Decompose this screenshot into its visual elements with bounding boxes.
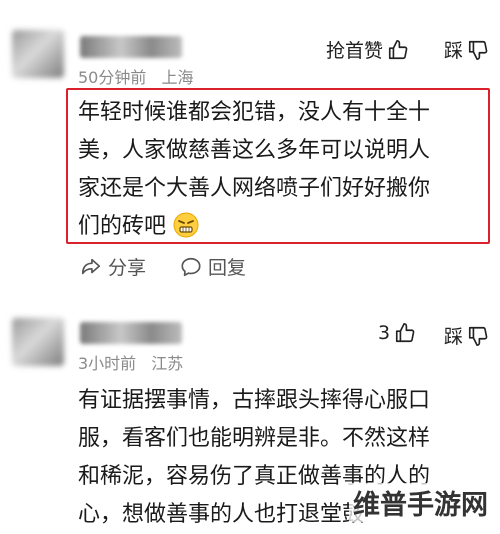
grimace-emoji-icon xyxy=(173,212,199,238)
like-count: 3 xyxy=(378,322,391,344)
like-button[interactable]: 3 xyxy=(378,322,416,344)
reply-label: 回复 xyxy=(208,257,247,279)
comment-meta: 3小时前 江苏 xyxy=(78,350,183,374)
comment-line: 们的砖吧 xyxy=(78,214,167,239)
comment-line: 年轻时候谁都会犯错，没人有十全十 xyxy=(78,100,431,125)
thumbs-down-icon xyxy=(468,326,488,346)
comment-time: 3小时前 xyxy=(78,354,137,373)
comment-line: 美，人家做慈善这么多年可以说明人 xyxy=(78,138,431,163)
comment-time: 50分钟前 xyxy=(78,68,147,87)
dislike-button[interactable]: 踩 xyxy=(444,322,489,349)
comment-text: 年轻时候谁都会犯错，没人有十全十 美，人家做慈善这么多年可以说明人 家还是个大善… xyxy=(78,94,482,246)
comment-line: 有证据摆事情，古摔跟头摔得心服口 xyxy=(78,388,431,413)
share-label: 分享 xyxy=(108,257,147,279)
avatar[interactable] xyxy=(12,30,64,78)
watermark: 维普手游网 xyxy=(349,483,492,522)
username[interactable] xyxy=(80,36,182,58)
share-icon xyxy=(81,258,101,274)
avatar[interactable] xyxy=(12,318,64,366)
thumbs-up-icon xyxy=(396,323,415,343)
comment-line: 家还是个大善人网络喷子们好好搬你 xyxy=(78,176,431,201)
comment-line: 服，看客们也能明辨是非。不然这样 xyxy=(78,426,431,451)
like-button[interactable]: 抢首赞 xyxy=(326,36,409,63)
dislike-label: 踩 xyxy=(444,40,464,62)
comment-line-last: 们的砖吧 xyxy=(78,208,482,246)
comment-meta: 50分钟前 上海 xyxy=(78,64,193,88)
thumbs-up-icon xyxy=(388,39,408,59)
dislike-button[interactable]: 踩 xyxy=(444,36,489,63)
like-label: 抢首赞 xyxy=(326,40,384,62)
comment-location: 江苏 xyxy=(151,354,184,373)
username[interactable] xyxy=(80,322,182,344)
dislike-label: 踩 xyxy=(444,326,464,348)
reply-button[interactable]: 回复 xyxy=(180,253,246,280)
thumbs-down-icon xyxy=(468,40,488,60)
comment-icon xyxy=(181,257,201,276)
comment-location: 上海 xyxy=(161,68,194,87)
share-button[interactable]: 分享 xyxy=(80,253,146,280)
